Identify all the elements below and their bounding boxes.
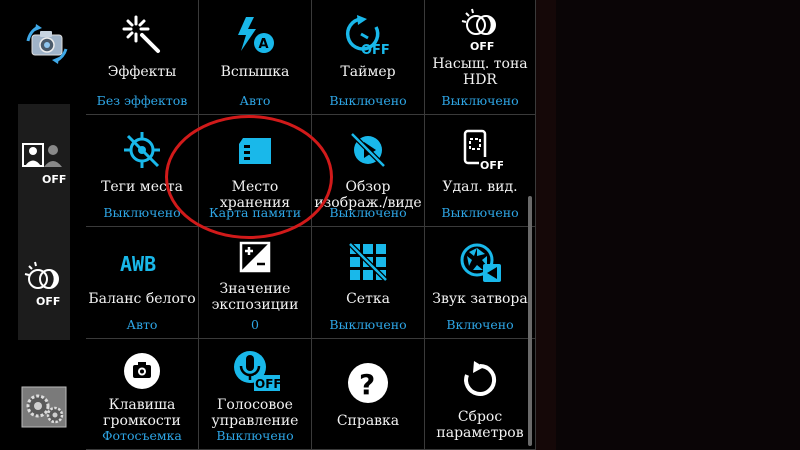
svg-text:AWB: AWB [120,252,156,276]
effects-wand-icon [120,8,164,62]
setting-value: Выключено [329,93,407,108]
svg-text:OFF: OFF [361,43,390,57]
camera-key-icon [121,347,163,395]
remote-viewfinder-off-icon: OFF [457,123,503,177]
scrollbar[interactable] [528,196,532,446]
settings-gear-icon [21,386,67,428]
camera-switch-button[interactable] [12,14,82,74]
setting-label: Клавиша громкости [103,397,181,429]
setting-review[interactable]: Обзор изображ./виде Выключено [312,115,425,227]
setting-value: Выключено [441,205,519,220]
setting-label: Баланс белого [88,291,196,307]
setting-flash[interactable]: A Вспышка Авто [199,0,312,115]
review-off-icon [346,123,390,177]
camera-switch-icon [24,21,70,67]
setting-shutter-sound[interactable]: Звук затвора Включено [425,227,536,339]
setting-remote-view[interactable]: OFF Удал. вид. Выключено [425,115,536,227]
grid-off-icon [346,235,390,289]
setting-storage[interactable]: Место хранения Карта памяти [199,115,312,227]
setting-label: Значение экспозиции [211,281,299,313]
setting-label: Справка [336,413,400,429]
setting-help[interactable]: ? Справка [312,339,425,450]
setting-value: Выключено [216,428,294,443]
setting-reset[interactable]: Сброс параметров [425,339,536,450]
sd-card-icon [233,123,277,177]
setting-value: Авто [239,93,271,108]
svg-text:?: ? [359,368,375,401]
setting-timer[interactable]: OFF Таймер Выключено [312,0,425,115]
setting-value: Выключено [329,317,407,332]
shutter-sound-icon [457,235,503,289]
setting-value: Карта памяти [208,205,302,220]
awb-icon: AWB [117,235,167,289]
setting-label: Эффекты [107,64,177,80]
setting-label: Голосовое управление [211,397,299,429]
face-detection-button[interactable]: OFF [18,135,70,190]
setting-exposure[interactable]: Значение экспозиции 0 [199,227,312,339]
viewfinder-area [536,0,800,450]
gps-off-icon [120,123,164,177]
setting-value: Включено [446,317,514,332]
svg-text:A: A [259,37,269,52]
setting-label: Сетка [346,291,390,307]
setting-grid[interactable]: Сетка Выключено [312,227,425,339]
setting-volume-key[interactable]: Клавиша громкости Фотосъемка [86,339,199,450]
svg-text:OFF: OFF [42,173,66,186]
settings-grid: Эффекты Без эффектов A Вспышка Авто OFF … [86,0,536,450]
setting-white-balance[interactable]: AWB Баланс белого Авто [86,227,199,339]
setting-label: Насыщ. тона HDR [432,56,528,88]
setting-value: Без эффектов [96,93,188,108]
setting-value: Выключено [441,93,519,108]
setting-label: Звук затвора [432,291,528,307]
setting-label: Вспышка [220,64,290,80]
face-detection-off-icon: OFF [20,139,68,187]
setting-label: Теги места [101,179,183,195]
setting-hdr[interactable]: OFF Насыщ. тона HDR Выключено [425,0,536,115]
setting-value: Авто [126,317,158,332]
setting-value: Выключено [329,205,407,220]
reset-icon [460,353,500,407]
setting-voice-control[interactable]: OFF Голосовое управление Выключено [199,339,312,450]
svg-text:OFF: OFF [470,40,494,53]
setting-value: Выключено [103,205,181,220]
svg-text:OFF: OFF [255,377,280,391]
timer-off-icon: OFF [343,8,393,62]
viewfinder-edge [536,0,556,450]
camera-sidebar: OFF OFF [0,0,86,450]
flash-auto-icon: A [232,8,278,62]
setting-effects[interactable]: Эффекты Без эффектов [86,0,199,115]
setting-value: Фотосъемка [102,428,182,443]
hdr-button[interactable]: OFF [18,255,70,315]
hdr-off-icon: OFF [456,6,504,54]
settings-button[interactable] [18,382,70,432]
setting-label: Сброс параметров [436,409,524,441]
setting-value: 0 [251,317,259,332]
svg-text:OFF: OFF [480,159,503,172]
setting-geo-tags[interactable]: Теги места Выключено [86,115,199,227]
setting-label: Удал. вид. [442,179,518,195]
hdr-off-icon: OFF [20,260,68,310]
exposure-icon [235,235,275,279]
svg-text:OFF: OFF [36,295,60,308]
voice-off-icon: OFF [230,347,280,395]
setting-label: Таймер [340,64,396,80]
help-icon: ? [346,355,390,411]
